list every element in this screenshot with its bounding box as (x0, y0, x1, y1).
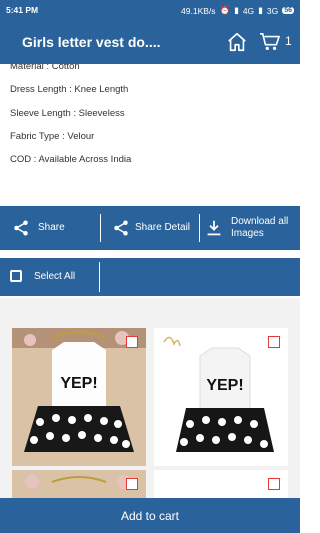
network-type-2: 3G (266, 5, 279, 16)
detail-material: Material : Cotton (10, 64, 80, 72)
detail-fabric-type: Fabric Type : Velour (10, 131, 95, 142)
share-detail-button[interactable]: Share Detail (112, 206, 190, 250)
download-label-line1: Download all (231, 216, 289, 227)
image-2-checkbox[interactable] (268, 336, 280, 348)
page-title: Girls letter vest do.... (22, 34, 161, 50)
action-bar: Share Share Detail Download all Images (0, 206, 300, 250)
product-print-text-2: YEP! (206, 377, 243, 394)
product-image-2: YEP! (154, 328, 288, 466)
action-divider-1 (100, 214, 101, 242)
network-speed: 49.1KB/s (181, 5, 216, 16)
product-image-card-3[interactable] (12, 470, 146, 498)
share-detail-label: Share Detail (135, 222, 191, 233)
share-label: Share (38, 222, 65, 233)
download-icon (207, 220, 221, 236)
product-details: Material : Cotton Dress Length : Knee Le… (0, 64, 300, 182)
add-to-cart-label: Add to cart (120, 508, 180, 523)
app-bar: Girls letter vest do.... 1 (0, 22, 300, 64)
status-bar: 5:41 PM 49.1KB/s ⏰ ▮ 4G ▮ 3G 56 (0, 0, 300, 22)
cart-icon[interactable] (259, 32, 281, 52)
network-type-1: 4G (242, 5, 255, 16)
share-detail-icon (114, 220, 128, 236)
detail-cod: COD : Available Across India (10, 154, 132, 165)
status-time: 5:41 PM (6, 5, 39, 15)
product-image-card-1[interactable]: YEP! (12, 328, 146, 466)
image-grid: YEP! YEP! (0, 298, 300, 498)
download-label-line2: Images (231, 228, 264, 239)
select-divider (99, 262, 100, 292)
add-to-cart-button[interactable]: Add to cart (0, 498, 300, 533)
signal-icon: ▮ (234, 5, 239, 15)
battery-badge: 56 (282, 7, 294, 14)
action-divider-2 (199, 214, 200, 242)
home-icon[interactable] (226, 31, 248, 53)
status-icons: 49.1KB/s ⏰ ▮ 4G ▮ 3G 56 (181, 5, 294, 16)
product-image-card-4[interactable] (154, 470, 288, 498)
select-all-checkbox[interactable] (10, 270, 22, 282)
select-all-label[interactable]: Select All (34, 271, 75, 282)
download-all-button[interactable]: Download all Images (206, 206, 288, 250)
image-1-checkbox[interactable] (126, 336, 138, 348)
detail-sleeve-length: Sleeve Length : Sleeveless (10, 108, 125, 119)
product-image-card-2[interactable]: YEP! (154, 328, 288, 466)
detail-dress-length: Dress Length : Knee Length (10, 84, 129, 95)
signal-icon-2: ▮ (258, 5, 263, 15)
cart-count: 1 (285, 34, 292, 48)
image-3-checkbox[interactable] (126, 478, 138, 490)
share-icon (14, 220, 28, 236)
share-button[interactable]: Share (12, 206, 65, 250)
image-4-checkbox[interactable] (268, 478, 280, 490)
alarm-icon: ⏰ (219, 5, 231, 15)
select-all-bar: Select All (0, 258, 300, 296)
product-print-text-1: YEP! (60, 375, 97, 392)
product-image-1: YEP! (12, 328, 146, 466)
